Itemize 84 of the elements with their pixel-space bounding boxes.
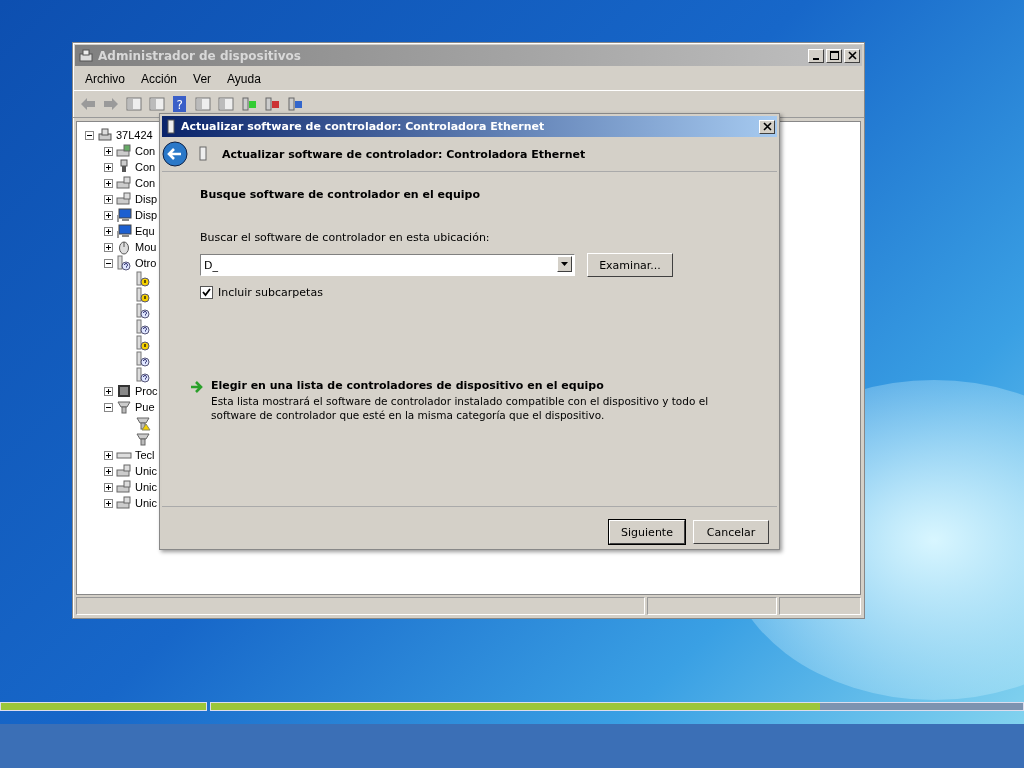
dialog-header: Actualizar software de controlador: Controladora Ethernet [222,147,586,161]
expander-icon[interactable] [104,386,113,396]
tree-item[interactable]: Disp [135,193,157,205]
dialog-title: Actualizar software de controlador: Controladora Ethernet [181,120,545,133]
computer-icon [97,127,113,143]
unknown-device-icon [135,303,151,319]
warning-device-icon [135,287,151,303]
expander-icon[interactable] [104,482,113,492]
warning-device-icon [135,335,151,351]
browse-button[interactable]: Examinar... [587,253,673,277]
tree-item[interactable]: Proc [135,385,158,397]
drive-icon [116,463,132,479]
network-card-icon [116,143,132,159]
tree-item[interactable]: Unic [135,497,157,509]
arrow-icon [190,381,203,393]
port-connector-icon [135,431,151,447]
checkbox[interactable] [200,286,213,299]
expander-icon[interactable] [104,450,113,460]
back-button[interactable] [162,141,188,167]
unknown-device-icon [135,319,151,335]
tree-item[interactable]: Con [135,145,156,157]
expander-icon[interactable] [104,402,113,412]
menu-item[interactable]: Ayuda [219,72,269,86]
close-icon [847,51,857,60]
tree-item[interactable]: Con [135,177,156,189]
dialog-button[interactable]: Cancelar [693,520,769,544]
expander-icon[interactable] [104,258,113,268]
menu-item[interactable]: Ver [185,72,220,86]
tree-item[interactable]: Disp [135,209,157,221]
help-icon[interactable]: ? [171,95,189,113]
tree-item[interactable]: 37L424 [116,129,153,141]
drive-icon [116,479,132,495]
expander-icon[interactable] [104,178,113,188]
maximize-icon [829,51,839,60]
expander-icon[interactable] [104,146,113,156]
minimize-icon [813,57,819,60]
unknown-device-icon [116,255,132,271]
expander-icon[interactable] [104,226,113,236]
device-icon [198,146,208,162]
mouse-icon [116,239,132,255]
window-title: Administrador de dispositivos [98,48,301,63]
device-icon [116,191,132,207]
tree-item[interactable]: Equ [135,225,155,237]
drive-controller-icon [116,175,132,191]
monitor-icon [116,223,132,239]
checkbox-label[interactable]: Incluir subcarpetas [218,286,323,299]
unknown-device-icon [135,351,151,367]
link-description: Esta lista mostrará el software de controlador instalado compatible con el dispositivo y todo el software de controlador que esté en la misma categoría que el dispositivo. [211,394,710,422]
expander-icon[interactable] [104,466,113,476]
dialog-button[interactable]: Siguiente [609,520,685,544]
tree-item[interactable]: Otro [135,257,157,269]
tree-item[interactable]: Tecl [135,449,155,461]
device-icon [165,118,177,135]
location-field[interactable]: D_ [200,254,575,276]
device-manager-icon [78,47,94,64]
close-button[interactable] [759,119,775,134]
close-icon [762,122,772,131]
warning-device-icon [135,271,151,287]
monitor-icon [116,207,132,223]
expander-icon[interactable] [85,130,94,140]
chip-icon [116,383,132,399]
expander-icon[interactable] [104,194,113,204]
location-label: Buscar el software de controlador en esta ubicación: [200,231,491,244]
expander-icon[interactable] [104,210,113,220]
disable-device-icon[interactable] [263,95,281,113]
tree-item[interactable]: Unic [135,481,157,493]
expander-icon[interactable] [104,162,113,172]
pick-from-list-link[interactable]: Elegir en una lista de controladores de dispositivo en el equipo [211,379,721,392]
expander-icon[interactable] [104,498,113,508]
uninstall-device-icon[interactable] [286,95,304,113]
tree-item[interactable]: Con [135,161,156,173]
caret-icon [561,262,568,266]
unknown-device-icon [135,367,151,383]
expander-icon[interactable] [104,242,113,252]
tree-item[interactable]: Unic [135,465,157,477]
warning-port-icon [135,415,151,431]
tree-item[interactable]: Mou [135,241,157,253]
tree-item[interactable]: Pue [135,401,155,413]
menu-item[interactable]: Acción [133,72,186,86]
dropdown-button[interactable] [557,256,572,272]
menu-item[interactable]: Archivo [77,72,133,86]
section-heading: Busque software de controlador en el equipo [200,188,481,201]
port-connector-icon [116,399,132,415]
disc-drive-icon [116,495,132,511]
